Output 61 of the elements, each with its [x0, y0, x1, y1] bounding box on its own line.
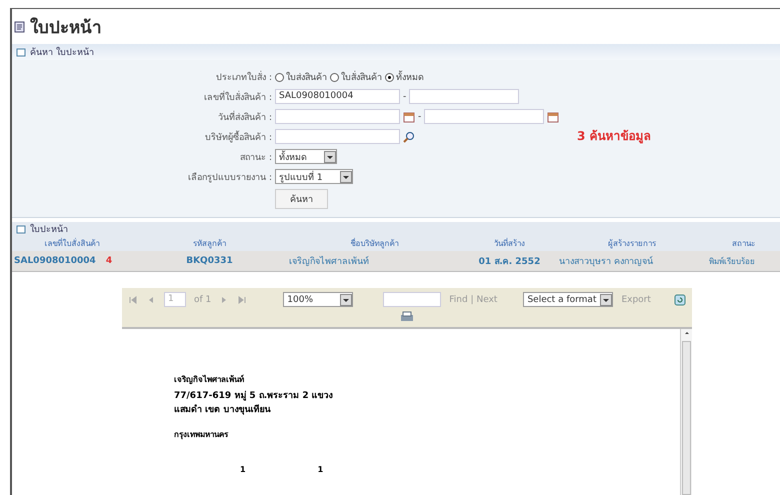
- column-header: ผู้สร้างรายการ: [557, 236, 707, 251]
- export-format-dropdown[interactable]: Select a format: [523, 292, 614, 307]
- last-page-icon[interactable]: [237, 294, 248, 304]
- date-field[interactable]: [424, 109, 544, 124]
- column-header: เลขที่ใบสั่งสินค้า: [12, 236, 132, 251]
- radio-label: ทั้งหมด: [396, 70, 424, 84]
- radio-button[interactable]: [385, 72, 394, 82]
- table-cell: BKQ0331: [132, 251, 287, 272]
- annotation-text: 4: [106, 256, 112, 266]
- report-number: 1: [318, 465, 324, 474]
- zoom-dropdown[interactable]: 100%: [283, 292, 354, 307]
- column-header: ชื่อบริษัทลูกค้า: [287, 236, 462, 251]
- page-title: ใบปะหน้า: [30, 16, 102, 40]
- calendar-icon[interactable]: [547, 110, 560, 122]
- table-cell: พิมพ์เรียบร้อย: [707, 251, 780, 272]
- table-cell: นางสาวบุษรา คงกาญจน์: [557, 251, 707, 272]
- format-dropdown[interactable]: รูปแบบที่ 1: [275, 169, 353, 184]
- separator: -: [403, 92, 406, 102]
- table-cell[interactable]: SAL0908010004: [14, 256, 96, 266]
- column-header: รหัสลูกค้า: [132, 236, 287, 251]
- report-text: กรุงเทพมหานคร: [174, 429, 230, 441]
- radio-label: ใบส่งสินค้า: [286, 70, 327, 84]
- caret-icon: [340, 294, 352, 306]
- report-number: 1: [240, 465, 246, 474]
- print-icon[interactable]: [400, 311, 414, 323]
- table-cell: 01 ส.ค. 2552: [462, 251, 557, 272]
- field-label: ประเภทใบสั่ง :: [12, 70, 272, 84]
- field-label: บริษัทผู้ซื้อสินค้า :: [204, 130, 272, 144]
- input-field[interactable]: [275, 129, 400, 144]
- document-icon: [14, 20, 26, 32]
- search-icon[interactable]: [403, 130, 415, 142]
- find-field[interactable]: [383, 292, 442, 307]
- input-field[interactable]: [409, 89, 520, 104]
- field-label: วันที่ส่งสินค้า :: [217, 110, 272, 124]
- input-field[interactable]: SAL0908010004: [275, 89, 400, 104]
- refresh-icon[interactable]: [674, 294, 686, 306]
- column-header: สถานะ: [707, 236, 780, 251]
- radio-button[interactable]: [275, 72, 284, 82]
- radio-label: ใบสั่งสินค้า: [341, 70, 382, 84]
- section-title: ใบปะหน้า: [30, 222, 68, 236]
- table-cell: เจริญกิจไพศาลเพ้นท์: [287, 251, 462, 272]
- search-button[interactable]: ค้นหา: [275, 189, 328, 209]
- caret-icon: [600, 294, 612, 306]
- report-address: 77/617-619 หมู่ 5 ถ.พระราม 2 แขวงแสมดำ เขต บางขุนเทียน: [174, 390, 334, 416]
- separator: -: [418, 112, 422, 122]
- annotation-text: 3 ค้นหาข้อมูล: [577, 128, 651, 145]
- caret-icon: [340, 170, 352, 182]
- panel-title: ค้นหา ใบปะหน้า: [30, 46, 94, 59]
- calendar-icon[interactable]: [403, 110, 415, 122]
- first-page-icon[interactable]: [128, 294, 138, 304]
- field-label: เลขที่ใบสั่งสินค้า :: [203, 90, 272, 104]
- date-field[interactable]: [275, 109, 400, 124]
- column-header: วันที่สร้าง: [462, 236, 557, 251]
- radio-button[interactable]: [330, 72, 339, 82]
- page-count: of 1: [194, 294, 212, 304]
- report-text: เจริญกิจไพศาลเพ้นท์: [174, 374, 245, 386]
- status-dropdown[interactable]: ทั้งหมด: [275, 149, 337, 164]
- caret-icon: [324, 150, 336, 162]
- scrollbar[interactable]: [680, 329, 692, 495]
- field-label: สถานะ :: [239, 152, 272, 164]
- field-label: เลือกรูปแบบรายงาน :: [187, 172, 272, 184]
